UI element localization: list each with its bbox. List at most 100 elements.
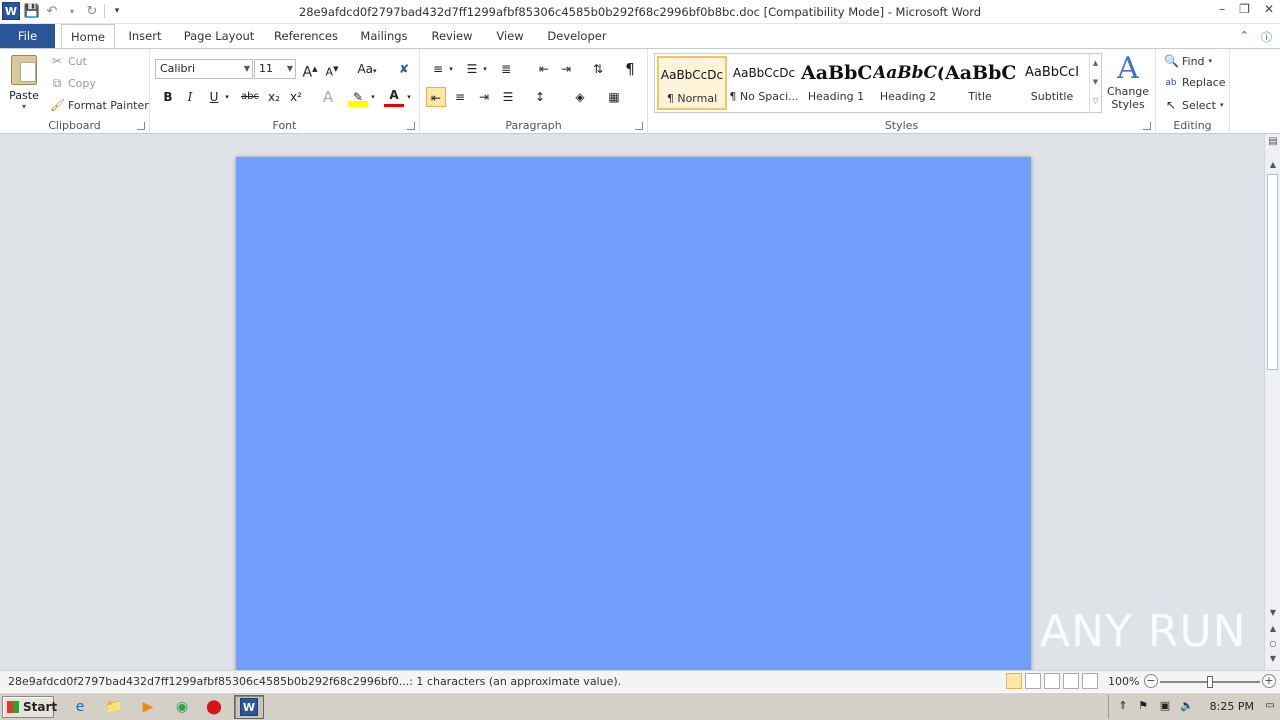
tab-page-layout[interactable]: Page Layout <box>180 24 258 48</box>
scroll-down-icon[interactable]: ▼ <box>1265 608 1280 617</box>
internet-explorer-icon[interactable]: e <box>70 697 90 717</box>
zoom-level[interactable]: 100% <box>1108 675 1139 688</box>
show-marks-icon[interactable]: ¶ <box>620 59 640 79</box>
network-icon[interactable]: ▣ <box>1155 696 1175 716</box>
tab-view[interactable]: View <box>490 24 530 48</box>
minimize-ribbon-icon[interactable]: ⌃ <box>1240 29 1249 45</box>
find-button[interactable]: 🔍 Find ▾ <box>1164 54 1212 68</box>
font-name-combo[interactable]: Calibri ▼ <box>155 59 253 79</box>
shading-icon[interactable]: ◈ <box>570 87 590 107</box>
gallery-more-icon[interactable]: ▽ <box>1090 92 1101 111</box>
replace-button[interactable]: ab Replace <box>1164 76 1225 89</box>
strikethrough-button[interactable]: abc <box>238 87 262 107</box>
clear-formatting-icon[interactable]: ✘ <box>394 59 414 79</box>
zoom-in-button[interactable]: + <box>1262 674 1276 688</box>
maximize-button[interactable]: ❐ <box>1239 2 1250 16</box>
align-right-icon[interactable]: ⇥ <box>474 87 494 107</box>
style-title[interactable]: AaBbC( Title <box>945 56 1015 110</box>
tab-insert[interactable]: Insert <box>122 24 168 48</box>
zoom-slider[interactable] <box>1160 676 1260 688</box>
sort-icon[interactable]: ⇅ <box>588 59 608 79</box>
outline-icon[interactable] <box>1063 673 1079 689</box>
subscript-button[interactable]: x₂ <box>264 87 284 107</box>
multilevel-list-icon[interactable]: ≣ <box>496 59 516 79</box>
tab-review[interactable]: Review <box>426 24 478 48</box>
bullets-dropdown-icon[interactable]: ▾ <box>446 59 456 79</box>
italic-button[interactable]: I <box>180 87 200 107</box>
opera-icon[interactable]: ⬤ <box>204 697 224 717</box>
file-explorer-icon[interactable]: 📁 <box>104 697 124 717</box>
superscript-button[interactable]: x² <box>286 87 306 107</box>
change-styles-button[interactable]: A Change Styles <box>1106 53 1150 112</box>
tab-file[interactable]: File <box>0 24 55 48</box>
document-page[interactable] <box>236 157 1031 670</box>
gallery-scrollbar[interactable]: ▲ ▼ ▽ <box>1089 54 1101 112</box>
increase-indent-icon[interactable]: ⇥ <box>556 59 576 79</box>
font-color-dropdown-icon[interactable]: ▾ <box>404 87 414 107</box>
change-case-button[interactable]: Aa▾ <box>354 59 380 79</box>
styles-launcher-icon[interactable] <box>1143 122 1151 130</box>
media-player-icon[interactable]: ▶ <box>138 697 158 717</box>
font-size-combo[interactable]: 11 ▼ <box>254 59 296 79</box>
scroll-down-icon[interactable]: ▼ <box>1090 73 1101 92</box>
style-normal[interactable]: AaBbCcDc ¶ Normal <box>657 56 727 110</box>
shrink-font-button[interactable]: A▼ <box>322 59 342 79</box>
web-layout-icon[interactable] <box>1044 673 1060 689</box>
word-taskbar-button[interactable]: W <box>234 695 264 719</box>
copy-button[interactable]: ⧉ Copy <box>50 76 96 91</box>
align-center-icon[interactable]: ≡ <box>450 87 470 107</box>
zoom-out-button[interactable]: − <box>1144 674 1158 688</box>
highlight-dropdown-icon[interactable]: ▾ <box>368 87 378 107</box>
underline-dropdown-icon[interactable]: ▾ <box>222 87 232 107</box>
chrome-icon[interactable]: ◉ <box>172 697 192 717</box>
font-launcher-icon[interactable] <box>407 122 415 130</box>
clipboard-launcher-icon[interactable] <box>137 122 145 130</box>
paste-dropdown-icon[interactable]: ▾ <box>6 102 42 111</box>
zoom-slider-thumb[interactable] <box>1207 676 1213 688</box>
grow-font-button[interactable]: A▲ <box>300 59 320 81</box>
close-button[interactable]: ✕ <box>1264 2 1274 16</box>
full-screen-reading-icon[interactable] <box>1025 673 1041 689</box>
decrease-indent-icon[interactable]: ⇤ <box>534 59 554 79</box>
style-no-spacing[interactable]: AaBbCcDc ¶ No Spaci... <box>729 56 799 110</box>
tab-developer[interactable]: Developer <box>544 24 610 48</box>
bullets-icon[interactable]: ≡ <box>428 59 448 79</box>
tab-mailings[interactable]: Mailings <box>354 24 414 48</box>
ruler-toggle-icon[interactable]: ▤ <box>1265 136 1280 147</box>
paste-button[interactable]: Paste ▾ <box>6 53 42 115</box>
format-painter-button[interactable]: 🖌 Format Painter <box>50 98 149 112</box>
scrollbar-thumb[interactable] <box>1267 174 1278 370</box>
style-heading-2[interactable]: AaBbC( Heading 2 <box>873 56 943 110</box>
bold-button[interactable]: B <box>158 87 178 107</box>
clock[interactable]: 8:25 PM <box>1210 700 1254 713</box>
paragraph-launcher-icon[interactable] <box>635 122 643 130</box>
style-heading-1[interactable]: AaBbC( Heading 1 <box>801 56 871 110</box>
tab-references[interactable]: References <box>270 24 342 48</box>
start-button[interactable]: Start <box>2 696 57 718</box>
previous-page-icon[interactable]: ▲ <box>1265 624 1280 633</box>
highlight-color-icon[interactable]: ✎ <box>348 87 368 107</box>
chevron-down-icon[interactable]: ▼ <box>244 60 250 78</box>
font-color-icon[interactable]: A <box>384 87 404 107</box>
align-left-icon[interactable]: ⇤ <box>426 87 446 107</box>
tab-home[interactable]: Home <box>61 24 115 49</box>
select-button[interactable]: ↖ Select ▾ <box>1164 98 1223 112</box>
print-layout-icon[interactable] <box>1006 673 1022 689</box>
show-hidden-icons-icon[interactable]: ⇑ <box>1113 696 1133 716</box>
vertical-scrollbar[interactable]: ▤ ▲ ▼ ▲ ○ ▼ <box>1264 134 1280 670</box>
show-desktop-icon[interactable]: ▭ <box>1262 696 1278 716</box>
text-effects-icon[interactable]: A <box>318 87 338 107</box>
cut-button[interactable]: ✂ Cut <box>50 54 87 68</box>
chevron-down-icon[interactable]: ▼ <box>287 60 293 78</box>
minimize-button[interactable]: – <box>1219 2 1225 16</box>
borders-icon[interactable]: ▦ <box>604 87 624 107</box>
browse-object-icon[interactable]: ○ <box>1265 639 1280 648</box>
scroll-up-icon[interactable]: ▲ <box>1265 160 1280 169</box>
draft-icon[interactable] <box>1082 673 1098 689</box>
numbering-icon[interactable]: ☰ <box>462 59 482 79</box>
line-spacing-icon[interactable]: ↕ <box>530 87 550 107</box>
style-subtitle[interactable]: AaBbCcI Subtitle <box>1017 56 1087 110</box>
justify-icon[interactable]: ☰ <box>498 87 518 107</box>
help-icon[interactable]: ⓘ <box>1261 29 1272 45</box>
numbering-dropdown-icon[interactable]: ▾ <box>480 59 490 79</box>
